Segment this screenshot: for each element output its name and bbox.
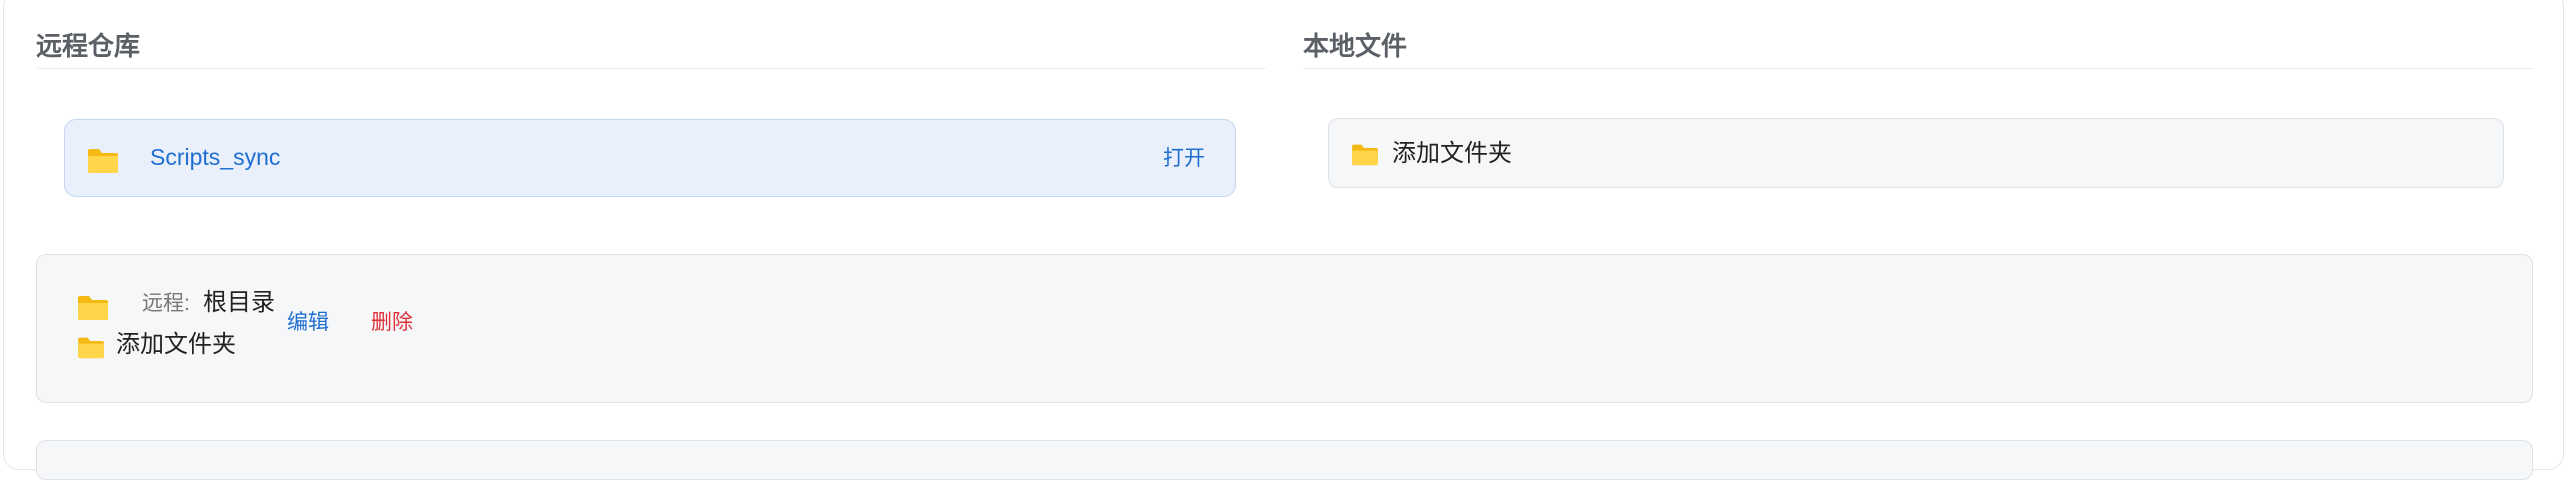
remote-section-title: 远程仓库	[36, 31, 141, 61]
add-local-folder-button[interactable]: 添加文件夹	[1328, 118, 2504, 188]
folder-icon	[87, 146, 119, 174]
local-section-divider	[1303, 68, 2533, 69]
local-path-value: 添加文件夹	[116, 331, 236, 358]
remote-path-value: 根目录	[203, 289, 275, 316]
add-folder-label: 添加文件夹	[1392, 140, 1512, 167]
folder-icon	[77, 335, 105, 359]
edit-mapping-button[interactable]: 编辑	[287, 312, 329, 333]
remote-section-divider	[36, 68, 1266, 69]
open-repo-button[interactable]: 打开	[1163, 148, 1205, 169]
remote-path-label: 远程:	[142, 292, 190, 315]
sync-mapping-card	[36, 440, 2533, 480]
local-section-title: 本地文件	[1303, 31, 1408, 61]
sync-mapping-card: 远程: 根目录 添加文件夹 编辑 删除	[36, 254, 2533, 403]
repo-item-scripts-sync[interactable]: Scripts_sync 打开	[64, 119, 1236, 197]
folder-icon	[77, 293, 109, 321]
repo-name[interactable]: Scripts_sync	[150, 146, 280, 169]
folder-icon	[1351, 142, 1379, 166]
delete-mapping-button[interactable]: 删除	[371, 312, 413, 333]
